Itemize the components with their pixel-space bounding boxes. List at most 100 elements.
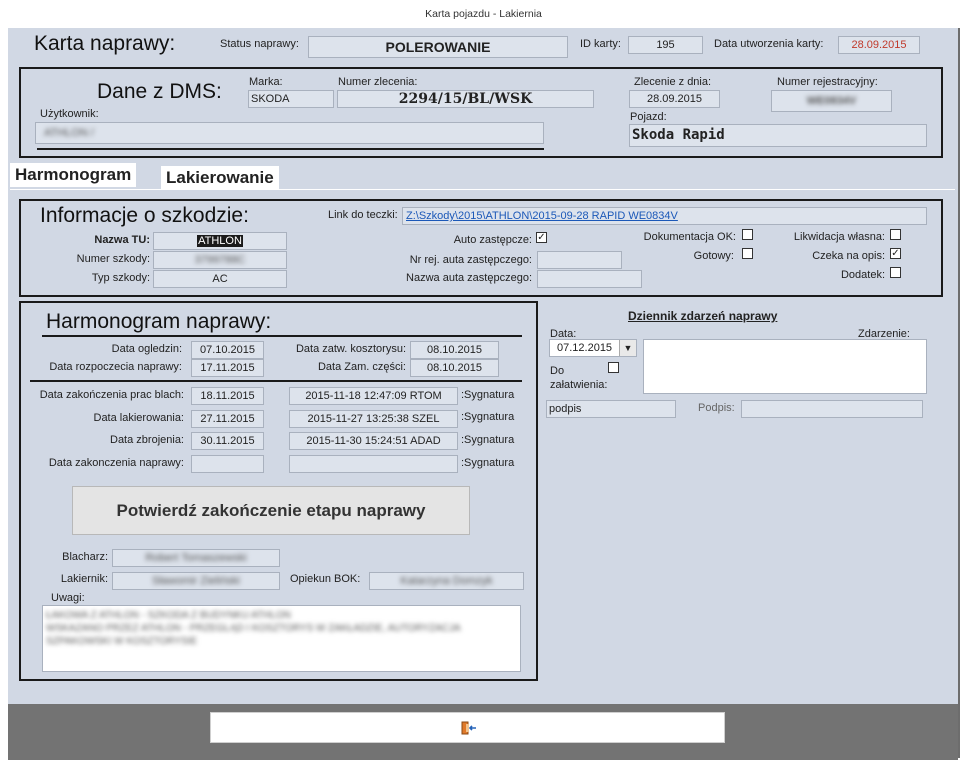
sign-field[interactable]: [741, 400, 923, 418]
tab-harmonogram[interactable]: Harmonogram: [10, 163, 137, 187]
status-label: Status naprawy:: [220, 38, 299, 50]
schedule-row-date[interactable]: 30.11.2015: [191, 432, 264, 450]
painter-value: Sławomir Zieliński: [151, 575, 241, 587]
rental-reg-label: Nr rej. auta zastępczego:: [409, 254, 532, 266]
registration-field[interactable]: WE0834V: [771, 90, 892, 112]
rental-car-label: Auto zastępcze:: [453, 234, 532, 246]
order-date-field[interactable]: 28.09.2015: [629, 90, 720, 108]
body-worker-value: Robert Tomaszewski: [145, 552, 247, 564]
repair-start-date-field[interactable]: 17.11.2015: [191, 359, 264, 377]
cost-approval-date-field[interactable]: 08.10.2015: [410, 341, 499, 359]
schedule-row-signature[interactable]: 2015-11-27 13:25:38 SZEL: [289, 410, 458, 428]
event-text-field[interactable]: [643, 339, 927, 394]
schedule-row-date[interactable]: 27.11.2015: [191, 410, 264, 428]
sign-label: Podpis:: [698, 402, 735, 414]
user-value: ATHLON /: [44, 127, 94, 139]
vehicle-field[interactable]: Skoda Rapid: [629, 124, 927, 147]
rental-name-field[interactable]: [537, 270, 642, 288]
window-title: Karta pojazdu - Lakiernia: [0, 0, 967, 28]
folder-link-label: Link do teczki:: [328, 209, 398, 221]
card-id-field[interactable]: 195: [628, 36, 703, 54]
painter-label: Lakiernik:: [60, 573, 108, 585]
event-date-field[interactable]: 07.12.2015 ▼: [549, 339, 637, 357]
claim-number-label: Numer szkody:: [76, 253, 150, 265]
schedule-row-label: Data zakonczenia naprawy:: [48, 457, 184, 469]
order-number-field[interactable]: 2294/15/BL/WSK: [337, 90, 594, 108]
guardian-label: Opiekun BOK:: [290, 573, 361, 585]
created-date-field[interactable]: 28.09.2015: [838, 36, 920, 54]
registration-label: Numer rejestracyjny:: [777, 76, 878, 88]
signature-label: :Sygnatura: [461, 389, 515, 401]
claim-number-value: 3799788C: [194, 254, 246, 266]
inspection-date-field[interactable]: 07.10.2015: [191, 341, 264, 359]
guardian-value: Katarzyna Domzyk: [400, 575, 493, 587]
user-field[interactable]: ATHLON /: [35, 122, 544, 144]
notes-line: SZPAKOWSKI W KOSZTORYSIE: [46, 636, 198, 647]
schedule-row-label: Data zakończenia prac blach:: [39, 389, 184, 401]
folder-link-field[interactable]: Z:\Szkody\2015\ATHLON\2015-09-28 RAPID W…: [402, 207, 927, 225]
exit-button[interactable]: [210, 712, 725, 743]
inspection-date-label: Data ogledzin:: [111, 343, 182, 355]
schedule-row-date[interactable]: 18.11.2015: [191, 387, 264, 405]
tab-lakierowanie[interactable]: Lakierowanie: [161, 166, 279, 190]
event-date-value: 07.12.2015: [557, 342, 613, 354]
schedule-row-date[interactable]: [191, 455, 264, 473]
notes-line: WSKAZANO PRZEZ ATHLON - PRZEGLĄD I KOSZT…: [46, 623, 461, 634]
own-settlement-label: Likwidacja własna:: [793, 231, 885, 243]
status-field[interactable]: POLEROWANIE: [308, 36, 568, 58]
chevron-down-icon[interactable]: ▼: [619, 340, 636, 356]
insurer-value: ATHLON: [197, 235, 243, 247]
make-field[interactable]: SKODA: [248, 90, 334, 108]
ready-label: Gotowy:: [693, 250, 734, 262]
schedule-row-signature[interactable]: 2015-11-18 12:47:09 RTOM: [289, 387, 458, 405]
notes-line: ŁAKOWA Z ATHLON - SZKODA Z BUDYNKU ATHLO…: [46, 610, 291, 621]
vehicle-label: Pojazd:: [630, 111, 667, 123]
make-label: Marka:: [249, 76, 283, 88]
form-title: Karta naprawy:: [34, 32, 176, 55]
ready-checkbox[interactable]: [742, 248, 753, 259]
claim-number-field[interactable]: 3799788C: [153, 251, 287, 269]
rental-name-label: Nazwa auta zastępczego:: [406, 272, 532, 284]
order-number-label: Numer zlecenia:: [338, 76, 418, 88]
parts-order-date-field[interactable]: 08.10.2015: [410, 359, 499, 377]
signature-label: :Sygnatura: [461, 457, 515, 469]
notes-field[interactable]: ŁAKOWA Z ATHLON - SZKODA Z BUDYNKU ATHLO…: [42, 605, 521, 672]
schedule-title-underline: [42, 335, 522, 337]
confirm-stage-button[interactable]: Potwierdź zakończenie etapu naprawy: [72, 486, 470, 535]
parts-order-date-label: Data Zam. części:: [317, 361, 406, 373]
repair-start-date-label: Data rozpoczecia naprawy:: [49, 361, 182, 373]
schedule-title: Harmonogram naprawy:: [46, 310, 272, 333]
cost-approval-date-label: Data zatw. kosztorysu:: [295, 343, 406, 355]
tab-divider: [10, 189, 955, 190]
claim-type-label: Typ szkody:: [91, 272, 150, 284]
todo-checkbox[interactable]: [608, 362, 619, 373]
rental-car-checkbox[interactable]: ✓: [536, 232, 547, 243]
signature-label: :Sygnatura: [461, 434, 515, 446]
waiting-description-checkbox[interactable]: ✓: [890, 248, 901, 259]
user-label: Użytkownik:: [40, 108, 99, 120]
schedule-row-signature[interactable]: 2015-11-30 15:24:51 ADAD: [289, 432, 458, 450]
schedule-row-label: Data zbrojenia:: [110, 434, 184, 446]
painter-field[interactable]: Sławomir Zieliński: [112, 572, 280, 590]
schedule-row-signature[interactable]: [289, 455, 458, 473]
schedule-row-label: Data lakierowania:: [93, 412, 185, 424]
schedule-divider: [30, 380, 522, 382]
insurer-field[interactable]: ATHLON: [153, 232, 287, 250]
insurer-label: Nazwa TU:: [94, 234, 150, 246]
extra-checkbox[interactable]: [890, 267, 901, 278]
own-settlement-checkbox[interactable]: [890, 229, 901, 240]
rental-reg-field[interactable]: [537, 251, 622, 269]
folder-link-value[interactable]: Z:\Szkody\2015\ATHLON\2015-09-28 RAPID W…: [406, 210, 678, 222]
order-date-label: Zlecenie z dnia:: [634, 76, 712, 88]
documentation-ok-checkbox[interactable]: [742, 229, 753, 240]
claim-type-field[interactable]: AC: [153, 270, 287, 288]
body-worker-field[interactable]: Robert Tomaszewski: [112, 549, 280, 567]
signature-label: :Sygnatura: [461, 411, 515, 423]
sign-placeholder-field[interactable]: podpis: [546, 400, 676, 418]
created-date-label: Data utworzenia karty:: [714, 38, 824, 50]
waiting-description-label: Czeka na opis:: [812, 250, 885, 262]
guardian-field[interactable]: Katarzyna Domzyk: [369, 572, 524, 590]
documentation-ok-label: Dokumentacja OK:: [643, 231, 736, 243]
extra-label: Dodatek:: [840, 269, 885, 281]
event-log-title: Dziennik zdarzeń naprawy: [628, 309, 778, 323]
